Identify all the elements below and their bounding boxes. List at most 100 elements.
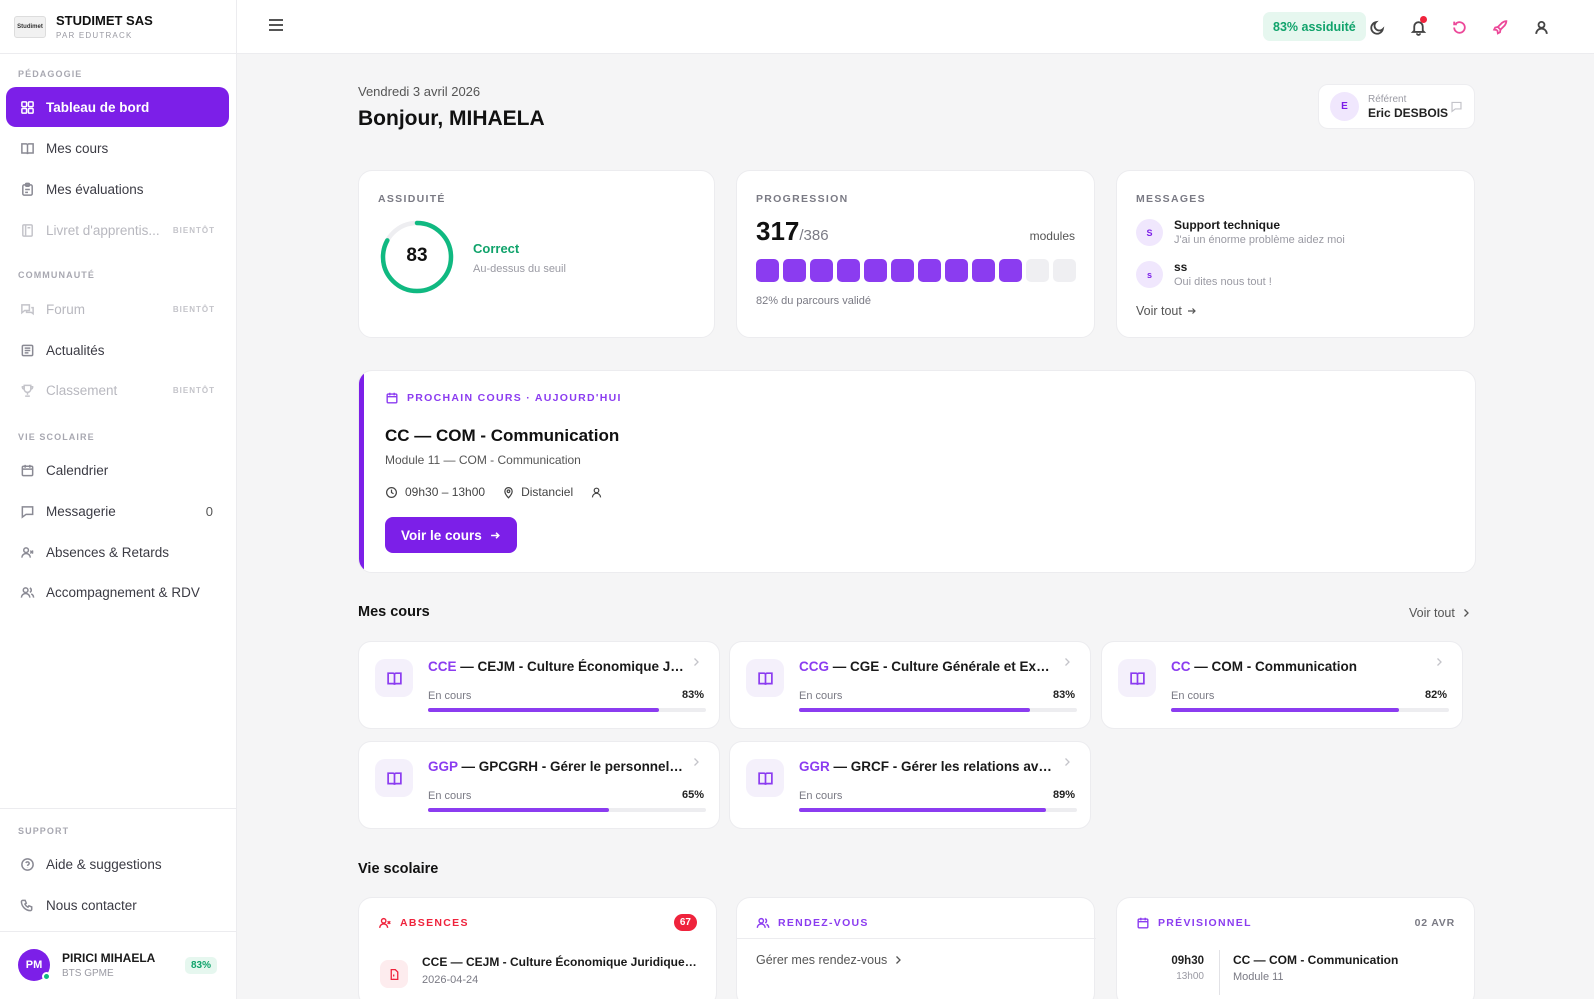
courses-see-all[interactable]: Voir tout <box>1409 606 1471 620</box>
progression-count: 317/386 <box>756 216 829 247</box>
card-label: ASSIDUITÉ <box>378 193 446 205</box>
brand-logo: Studimet <box>14 15 46 38</box>
section-vie-scolaire: Vie scolaire <box>358 861 439 877</box>
sidebar-item-label: Tableau de bord <box>46 99 150 115</box>
sidebar-item-label: Calendrier <box>46 462 109 478</box>
view-course-label: Voir le cours <box>401 527 482 543</box>
calendar-icon <box>386 392 398 404</box>
course-name: — CGE - Culture Générale et Expression <box>832 659 1057 674</box>
attendance-status-sub: Au-dessus du seuil <box>473 263 566 275</box>
sidebar-item-label: Livret d'apprentis... <box>46 222 160 238</box>
sidebar-item-evaluations[interactable]: Mes évaluations <box>6 169 229 209</box>
sidebar-item-forum[interactable]: Forum BIENTÔT <box>6 289 229 329</box>
manage-rdv-link[interactable]: Gérer mes rendez-vous <box>756 953 903 967</box>
map-pin-icon <box>504 486 513 499</box>
rdv-label: RENDEZ-VOUS <box>778 917 869 929</box>
sidebar-item-courses[interactable]: Mes cours <box>6 128 229 168</box>
timeline-line <box>1219 950 1220 995</box>
brand-sub: PAR EDUTRACK <box>56 31 133 40</box>
section-pedagogie: PÉDAGOGIE <box>18 69 83 79</box>
chevron-right-icon <box>896 956 902 964</box>
sidebar-item-contact[interactable]: Nous contacter <box>6 885 229 925</box>
next-course-label: PROCHAIN COURS · AUJOURD'HUI <box>407 392 622 404</box>
user-program: BTS GPME <box>62 968 114 979</box>
online-status-dot <box>42 972 51 981</box>
course-card[interactable]: CCG — CGE - Culture Générale et Expressi… <box>729 641 1091 729</box>
sidebar-item-livret[interactable]: Livret d'apprentis... BIENTÔT <box>6 210 229 250</box>
sidebar-item-label: Actualités <box>46 342 105 358</box>
course-card[interactable]: GGP — GPCGRH - Gérer le personnel et con… <box>358 741 720 829</box>
course-status: En cours <box>799 690 843 702</box>
referent-card[interactable]: E Référent Eric DESBOIS <box>1318 84 1475 129</box>
course-card[interactable]: GGR — GRCF - Gérer les relations avec le… <box>729 741 1091 829</box>
arrow-right-icon <box>1187 308 1196 314</box>
absence-item-title[interactable]: CCE — CEJM - Culture Économique Juridiqu… <box>422 955 698 969</box>
card-label: PROGRESSION <box>756 193 849 205</box>
attendance-badge[interactable]: 83% assiduité <box>1263 12 1366 41</box>
divider <box>737 938 1096 939</box>
sidebar-item-label: Aide & suggestions <box>46 856 162 872</box>
course-progress-fill <box>799 708 1030 712</box>
user-profile[interactable]: PM PIRICI MIHAELA BTS GPME 83% <box>0 931 237 999</box>
chat-icon[interactable] <box>1450 100 1463 113</box>
messagerie-count: 0 <box>205 503 213 519</box>
course-progress-text: 82% <box>1424 689 1447 701</box>
course-progress-text: 65% <box>681 789 704 801</box>
sidebar-item-absences[interactable]: Absences & Retards <box>6 532 229 572</box>
course-card[interactable]: CCE — CEJM - Culture Économique Juridiqu… <box>358 641 720 729</box>
notification-dot <box>1420 16 1427 23</box>
course-progress-track <box>428 708 706 712</box>
grid-icon <box>19 99 35 115</box>
progression-block <box>810 259 833 282</box>
course-status: En cours <box>428 790 472 802</box>
chevron-right-icon <box>1463 609 1469 617</box>
course-code: GGP <box>428 759 458 774</box>
course-name: — GRCF - Gérer les relations avec les cl… <box>833 759 1057 774</box>
brand[interactable]: Studimet STUDIMET SAS PAR EDUTRACK <box>0 0 236 54</box>
sidebar-item-label: Absences & Retards <box>46 544 170 560</box>
moon-icon[interactable] <box>1367 17 1387 37</box>
menu-icon[interactable] <box>269 19 283 34</box>
sidebar-item-label: Classement <box>46 382 118 398</box>
sidebar-item-messagerie[interactable]: Messagerie 0 <box>6 491 229 531</box>
manage-rdv-label: Gérer mes rendez-vous <box>756 953 888 967</box>
next-course-card: PROCHAIN COURS · AUJOURD'HUI CC — COM - … <box>358 370 1476 573</box>
help-circle-icon <box>19 856 35 872</box>
sidebar-item-calendrier[interactable]: Calendrier <box>6 450 229 490</box>
section-vie-scolaire: VIE SCOLAIRE <box>18 432 95 442</box>
sidebar-item-accompagnement[interactable]: Accompagnement & RDV <box>6 572 229 612</box>
user-icon[interactable] <box>1531 17 1551 37</box>
previsionnel-time: 09h30 <box>1171 955 1204 967</box>
previsionnel-date: 02 AVR <box>1414 917 1455 929</box>
sidebar-item-label: Mes cours <box>46 140 109 156</box>
course-card[interactable]: CC — COM - Communication En cours 82% <box>1101 641 1463 729</box>
clock-icon <box>386 486 397 498</box>
absences-count-badge: 67 <box>673 914 697 931</box>
refresh-icon[interactable] <box>1449 17 1469 37</box>
book-icon <box>19 140 35 156</box>
previsionnel-course[interactable]: CC — COM - Communication <box>1233 953 1398 967</box>
sidebar-item-classement[interactable]: Classement BIENTÔT <box>6 370 229 410</box>
progression-unit: modules <box>1029 229 1075 243</box>
avatar-initials: PM <box>25 959 43 971</box>
sidebar-item-dashboard[interactable]: Tableau de bord <box>6 87 229 127</box>
course-code: CC <box>1171 659 1191 674</box>
book-icon <box>375 659 413 697</box>
sidebar-item-actualites[interactable]: Actualités <box>6 330 229 370</box>
progression-block <box>891 259 914 282</box>
course-title: CCE — CEJM - Culture Économique Juridiqu… <box>428 659 686 674</box>
course-name: — CEJM - Culture Économique Juridique et… <box>460 659 686 674</box>
rdv-label-row: RENDEZ-VOUS <box>756 916 869 930</box>
course-status: En cours <box>1171 690 1215 702</box>
progression-block <box>945 259 968 282</box>
view-course-button[interactable]: Voir le cours <box>385 517 517 553</box>
rocket-icon[interactable] <box>1490 17 1510 37</box>
chevron-right-icon <box>694 658 699 666</box>
sidebar-item-aide[interactable]: Aide & suggestions <box>6 844 229 884</box>
course-title: CC — COM - Communication <box>1171 659 1429 674</box>
section-communaute: COMMUNAUTÉ <box>18 270 95 280</box>
bell-icon[interactable] <box>1408 16 1428 37</box>
messages-see-all[interactable]: Voir tout <box>1136 304 1197 318</box>
progression-block <box>972 259 995 282</box>
clipboard-icon <box>19 181 35 197</box>
